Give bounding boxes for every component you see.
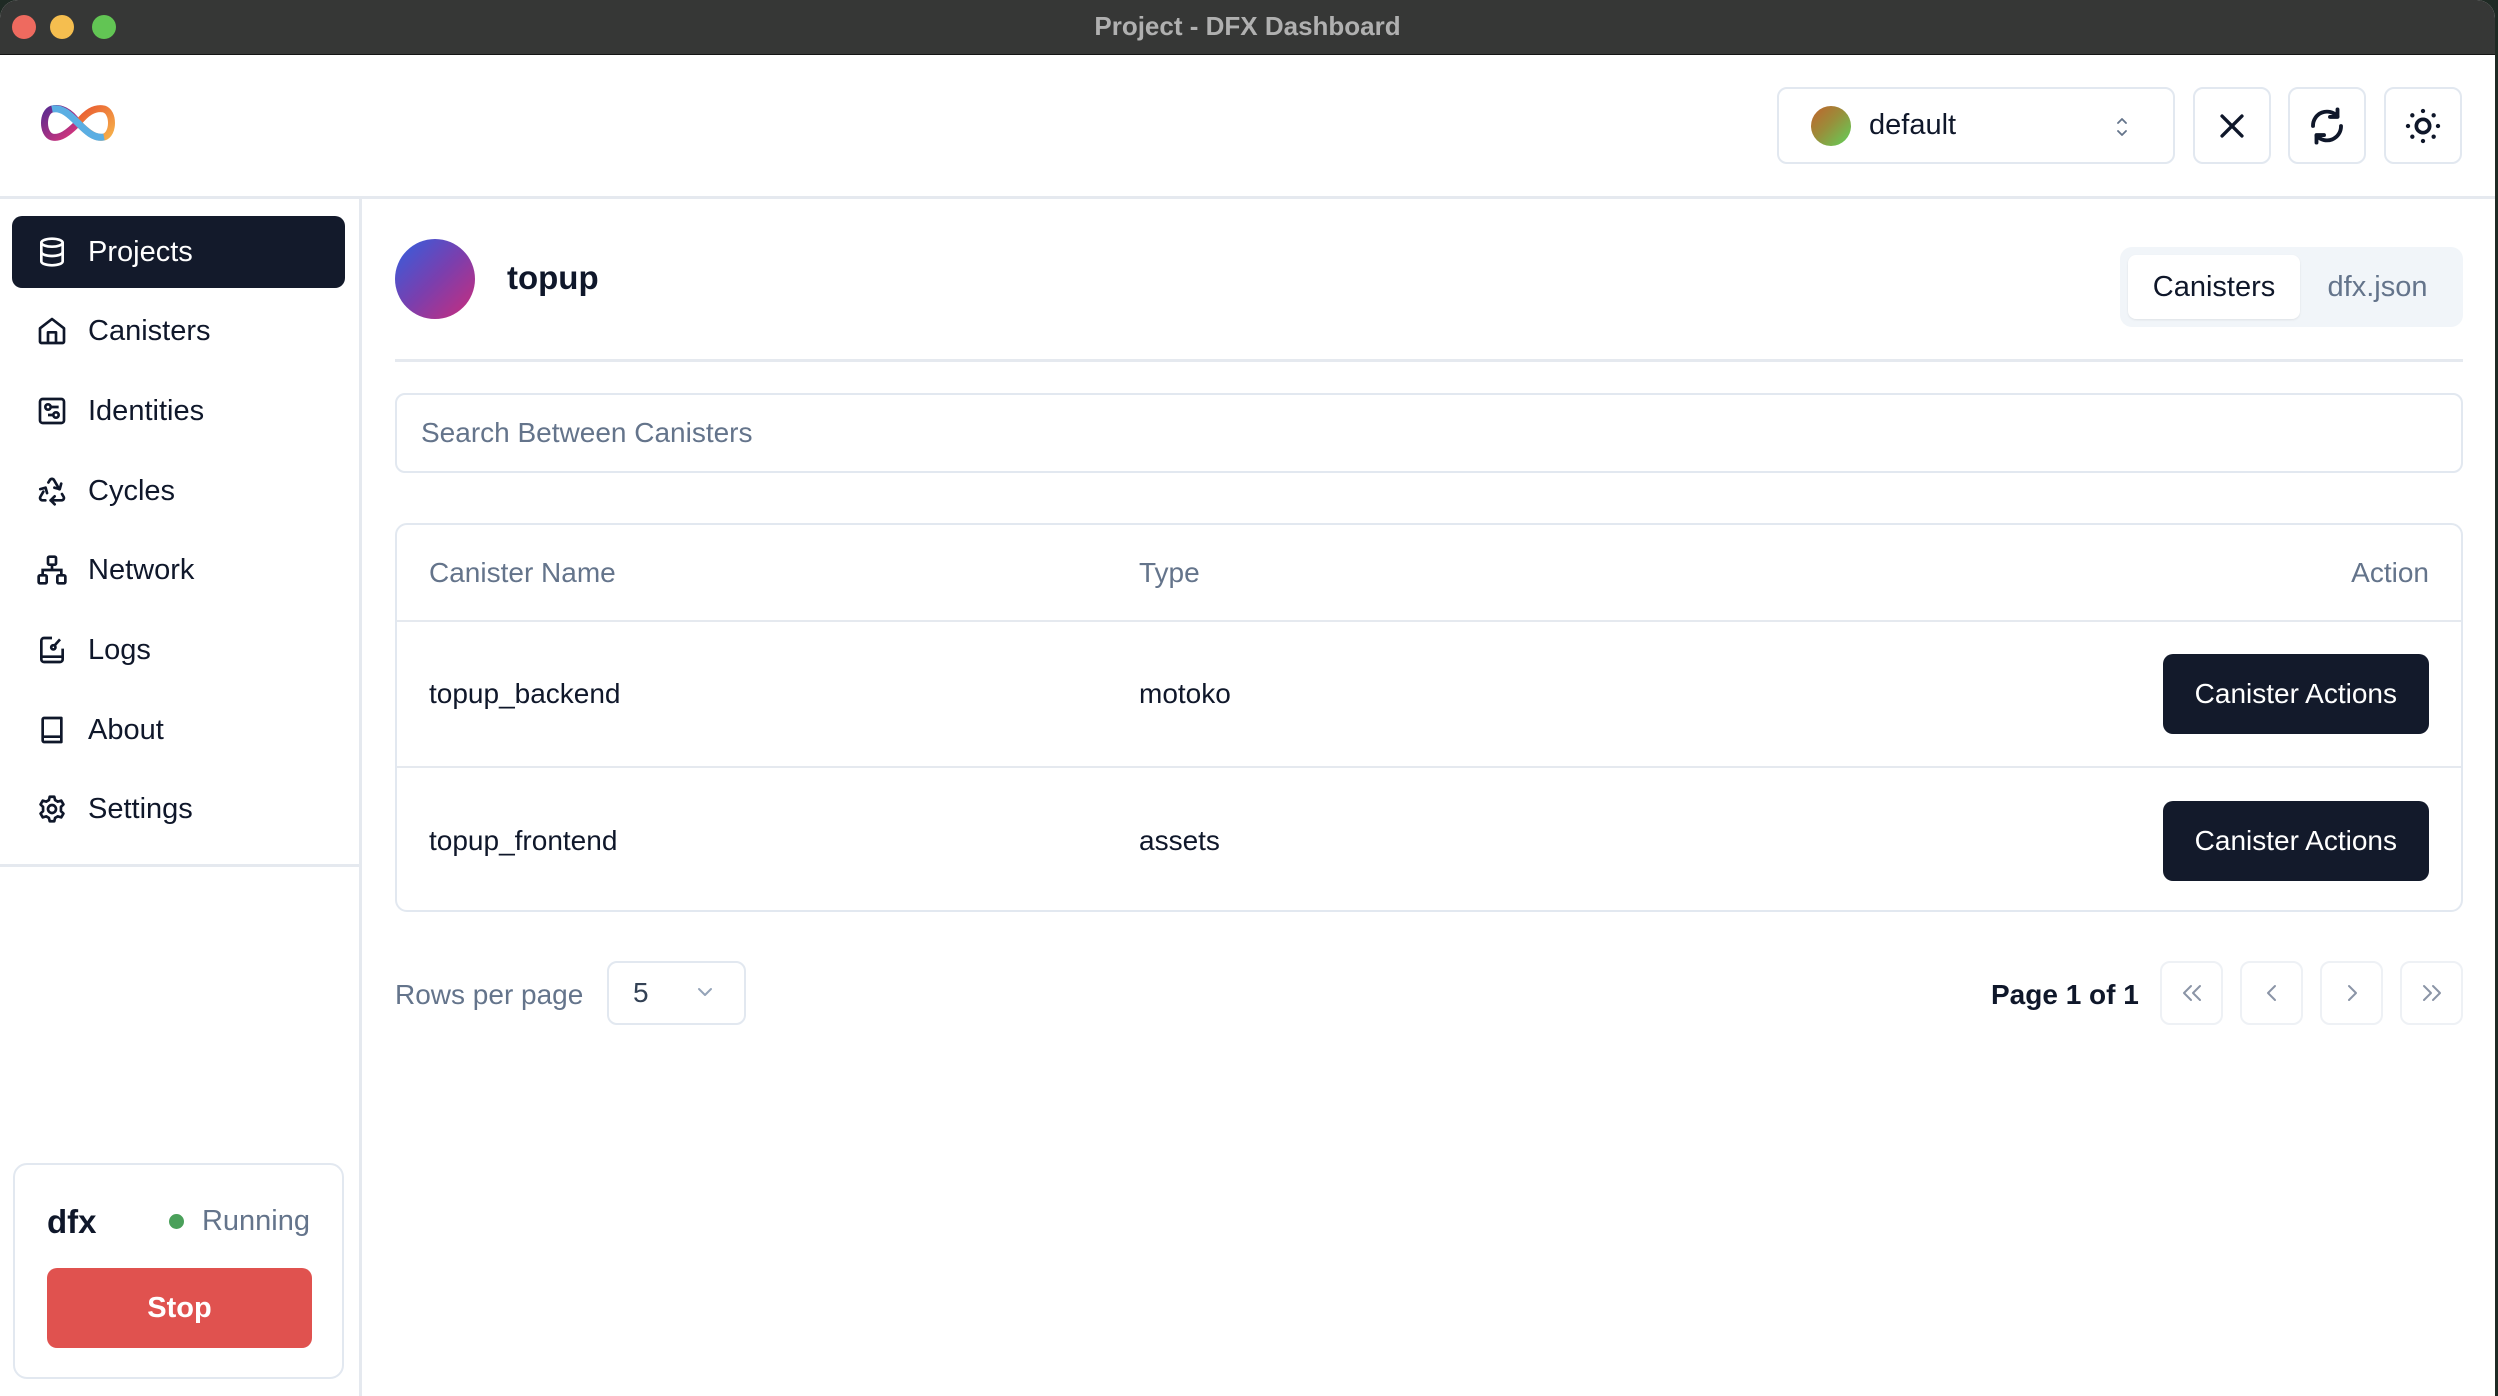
- chevron-left-icon: [2266, 985, 2276, 1001]
- chevrons-up-down-icon: [2117, 118, 2127, 136]
- chevrons-left-icon: [2182, 985, 2201, 1001]
- project-avatar: [395, 239, 475, 319]
- logs-icon: [40, 636, 64, 664]
- identity-avatar: [1811, 105, 1851, 146]
- identity-icon: [38, 397, 66, 425]
- dfx-status-card: dfx Running Stop: [13, 1163, 344, 1379]
- identity-selected-value: default: [1869, 109, 1957, 141]
- main-divider: [395, 359, 2463, 362]
- status-dot-icon: [168, 1214, 184, 1229]
- main-content: topup Canisters dfx.json Canister Name T…: [362, 199, 2495, 1396]
- sidebar-item-projects[interactable]: Projects: [12, 216, 345, 288]
- table-header-row: Canister Name Type Action: [397, 525, 2461, 622]
- home-icon: [38, 317, 66, 345]
- close-icon: [2220, 113, 2244, 138]
- dfx-label: dfx: [47, 1203, 97, 1240]
- sidebar-item-settings[interactable]: Settings: [12, 773, 345, 845]
- window-title: Project - DFX Dashboard: [1094, 11, 1401, 41]
- infinity-logo-icon[interactable]: [38, 103, 118, 143]
- sidebar-divider: [0, 864, 362, 867]
- table-row: topup_backend motoko Canister Actions: [397, 622, 2461, 768]
- tab-dfx-json[interactable]: dfx.json: [2300, 255, 2455, 319]
- dfx-status: Running: [168, 1205, 310, 1238]
- gear-icon: [39, 795, 65, 823]
- table-row: topup_frontend assets Canister Actions: [397, 768, 2461, 910]
- sidebar-item-identities[interactable]: Identities: [12, 375, 345, 447]
- rows-per-page-select[interactable]: 5: [607, 961, 746, 1025]
- identity-select[interactable]: default: [1777, 87, 2175, 164]
- column-header-type: Type: [1139, 556, 1200, 588]
- search-canisters-input[interactable]: [395, 393, 2463, 473]
- recycle-icon: [38, 477, 66, 506]
- chevrons-right-icon: [2422, 985, 2441, 1001]
- first-page-button[interactable]: [2160, 961, 2223, 1025]
- chevron-down-icon: [698, 988, 712, 996]
- column-header-name: Canister Name: [429, 556, 616, 588]
- sidebar: Projects Canisters Identities Cycles Net…: [0, 199, 362, 1396]
- refresh-icon: [2311, 106, 2343, 145]
- action-cell: Canister Actions: [2162, 622, 2429, 766]
- action-cell: Canister Actions: [2162, 768, 2429, 910]
- next-page-button[interactable]: [2320, 961, 2383, 1025]
- canister-type: assets: [1139, 825, 1220, 856]
- canister-name: topup_frontend: [429, 825, 618, 856]
- sidebar-item-canisters[interactable]: Canisters: [12, 295, 345, 367]
- last-page-button[interactable]: [2400, 961, 2463, 1025]
- book-icon: [41, 716, 63, 744]
- project-tabs: Canisters dfx.json: [2120, 247, 2463, 327]
- previous-page-button[interactable]: [2240, 961, 2303, 1025]
- title-bar: Project - DFX Dashboard: [0, 0, 2495, 55]
- network-icon: [37, 555, 67, 585]
- rows-per-page-label: Rows per page: [395, 979, 584, 1010]
- refresh-button[interactable]: [2288, 87, 2366, 164]
- close-project-button[interactable]: [2193, 87, 2271, 164]
- dfx-status-text: Running: [201, 1205, 310, 1237]
- canister-name: topup_backend: [429, 678, 621, 709]
- theme-toggle-button[interactable]: [2384, 87, 2462, 164]
- sidebar-item-cycles[interactable]: Cycles: [12, 455, 345, 527]
- column-header-action: Action: [2351, 556, 2429, 588]
- sidebar-item-network[interactable]: Network: [12, 534, 345, 606]
- sidebar-item-about[interactable]: About: [12, 694, 345, 766]
- sun-icon: [2405, 108, 2441, 143]
- app-header: default: [0, 55, 2495, 199]
- canister-actions-button[interactable]: Canister Actions: [2162, 654, 2429, 734]
- canister-type: motoko: [1139, 678, 1231, 709]
- database-icon: [40, 237, 64, 267]
- stop-dfx-button[interactable]: Stop: [47, 1268, 312, 1348]
- project-title: topup: [507, 259, 599, 296]
- rows-per-page-value: 5: [633, 977, 649, 1008]
- tab-canisters[interactable]: Canisters: [2128, 255, 2300, 319]
- app-window: Project - DFX Dashboard default Projects…: [0, 0, 2495, 1396]
- canister-actions-button[interactable]: Canister Actions: [2162, 801, 2429, 881]
- chevron-right-icon: [2347, 985, 2357, 1001]
- sidebar-item-logs[interactable]: Logs: [12, 614, 345, 686]
- canisters-table: Canister Name Type Action topup_backend …: [395, 523, 2463, 912]
- page-indicator: Page 1 of 1: [1991, 979, 2139, 1010]
